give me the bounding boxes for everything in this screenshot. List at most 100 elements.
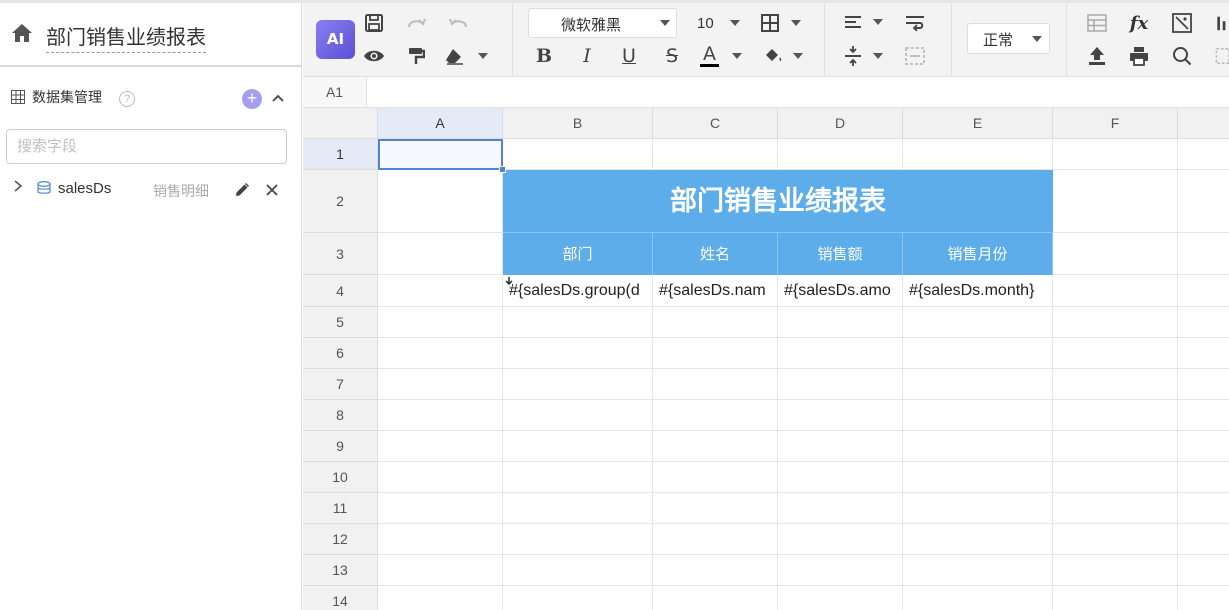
grid-cell[interactable] — [378, 275, 503, 307]
grid-cell[interactable] — [653, 307, 778, 338]
row-header[interactable]: 4 — [303, 275, 378, 307]
redo-button[interactable] — [402, 9, 430, 37]
grid-cell[interactable] — [778, 307, 903, 338]
table-header-cell[interactable]: 姓名 — [653, 233, 778, 275]
grid-cell[interactable] — [653, 462, 778, 493]
insert-function-button[interactable]: fx — [1125, 9, 1153, 37]
grid-cell[interactable] — [378, 524, 503, 555]
grid-cell[interactable] — [903, 462, 1053, 493]
grid-cell[interactable] — [503, 493, 653, 524]
dataset-name[interactable]: salesDs — [58, 180, 111, 197]
grid-cell[interactable] — [903, 431, 1053, 462]
table-header-cell[interactable]: 销售月份 — [903, 233, 1053, 275]
grid-cell[interactable] — [903, 139, 1053, 170]
cell-reference-box[interactable]: A1 — [303, 77, 367, 107]
report-title[interactable]: 部门销售业绩报表 — [46, 21, 206, 53]
grid-cell[interactable] — [1178, 431, 1229, 462]
grid-cell[interactable] — [503, 369, 653, 400]
grid-cell[interactable] — [903, 493, 1053, 524]
chart-button[interactable] — [1211, 9, 1229, 37]
grid-cell[interactable] — [378, 369, 503, 400]
grid-cell[interactable] — [778, 524, 903, 555]
grid-cell[interactable] — [653, 338, 778, 369]
column-header[interactable]: A — [378, 108, 503, 139]
grid-cell[interactable] — [503, 400, 653, 431]
undo-button[interactable] — [445, 9, 473, 37]
formula-input[interactable] — [367, 77, 1229, 107]
grid-cell[interactable] — [1053, 493, 1178, 524]
template-expression-cell[interactable]: #{salesDs.amo — [778, 275, 903, 307]
grid-cell[interactable] — [1053, 338, 1178, 369]
template-expression-cell[interactable]: #{salesDs.nam — [653, 275, 778, 307]
row-header[interactable]: 6 — [303, 338, 378, 369]
format-painter-button[interactable] — [402, 42, 430, 70]
column-header[interactable]: E — [903, 108, 1053, 139]
grid-cell[interactable] — [778, 555, 903, 586]
grid-cell[interactable] — [903, 400, 1053, 431]
row-header[interactable]: 3 — [303, 233, 378, 275]
field-search-input[interactable] — [6, 129, 287, 164]
grid-cell[interactable] — [503, 307, 653, 338]
grid-cell[interactable] — [1053, 586, 1178, 610]
wrap-text-button[interactable] — [901, 9, 929, 37]
merge-cells-button[interactable] — [901, 42, 929, 70]
grid-cell[interactable] — [653, 431, 778, 462]
template-expression-cell[interactable]: #{salesDs.group(d — [503, 275, 653, 307]
row-header[interactable]: 8 — [303, 400, 378, 431]
grid-cell[interactable] — [653, 139, 778, 170]
grid-cell[interactable] — [1053, 233, 1178, 275]
add-dataset-icon[interactable]: + — [242, 89, 262, 109]
dataset-item[interactable]: salesDs 销售明细 — [0, 175, 302, 201]
grid-cell[interactable] — [1178, 400, 1229, 431]
grid-cell[interactable] — [1178, 338, 1229, 369]
grid-cell[interactable] — [378, 431, 503, 462]
grid-cell[interactable] — [1178, 369, 1229, 400]
fill-handle[interactable] — [499, 166, 506, 173]
row-header[interactable]: 10 — [303, 462, 378, 493]
edit-icon[interactable] — [234, 182, 250, 198]
print-button[interactable] — [1125, 42, 1153, 70]
grid-cell[interactable] — [378, 170, 503, 233]
row-header[interactable]: 5 — [303, 307, 378, 338]
search-button[interactable] — [1168, 42, 1196, 70]
grid-cell[interactable] — [778, 139, 903, 170]
grid-cell[interactable] — [778, 338, 903, 369]
grid-cell[interactable] — [1053, 307, 1178, 338]
grid-cell[interactable] — [778, 400, 903, 431]
grid-cell[interactable] — [1053, 462, 1178, 493]
grid-cell[interactable] — [1178, 555, 1229, 586]
layout-button[interactable] — [1211, 42, 1229, 70]
grid-cell[interactable] — [1053, 555, 1178, 586]
insert-table-button[interactable] — [1083, 9, 1111, 37]
fill-color-button[interactable] — [763, 42, 807, 70]
clear-format-button[interactable] — [445, 42, 489, 70]
grid-cell[interactable] — [778, 369, 903, 400]
column-header[interactable]: D — [778, 108, 903, 139]
row-header[interactable]: 1 — [303, 139, 378, 170]
grid-cell[interactable] — [1053, 139, 1178, 170]
home-icon[interactable] — [11, 23, 33, 43]
select-all-corner[interactable] — [303, 108, 378, 139]
grid-cell[interactable] — [1178, 275, 1229, 307]
italic-button[interactable]: I — [573, 42, 601, 70]
grid-cell[interactable] — [503, 555, 653, 586]
grid-cell[interactable] — [653, 555, 778, 586]
grid-cell[interactable] — [778, 462, 903, 493]
grid-cell[interactable] — [778, 586, 903, 610]
strikethrough-button[interactable]: S — [658, 42, 686, 70]
grid-cell[interactable] — [503, 338, 653, 369]
save-button[interactable] — [360, 9, 388, 37]
report-title-cell[interactable]: 部门销售业绩报表 — [503, 170, 1053, 233]
grid-cell[interactable] — [903, 555, 1053, 586]
close-icon[interactable] — [265, 183, 279, 197]
table-header-cell[interactable]: 销售额 — [778, 233, 903, 275]
row-header[interactable]: 14 — [303, 586, 378, 610]
grid-cell[interactable] — [1178, 307, 1229, 338]
grid-cell[interactable] — [903, 586, 1053, 610]
grid-cell[interactable] — [503, 139, 653, 170]
grid-cell[interactable] — [653, 400, 778, 431]
grid-cell[interactable] — [378, 555, 503, 586]
grid-cell[interactable] — [1053, 431, 1178, 462]
row-header[interactable]: 11 — [303, 493, 378, 524]
spreadsheet-grid[interactable]: A B C D E F 1 2 3 4 5 6 7 8 9 10 11 12 13 14 部门销售业绩报表 部门 姓名 销售额… — [303, 108, 1229, 610]
